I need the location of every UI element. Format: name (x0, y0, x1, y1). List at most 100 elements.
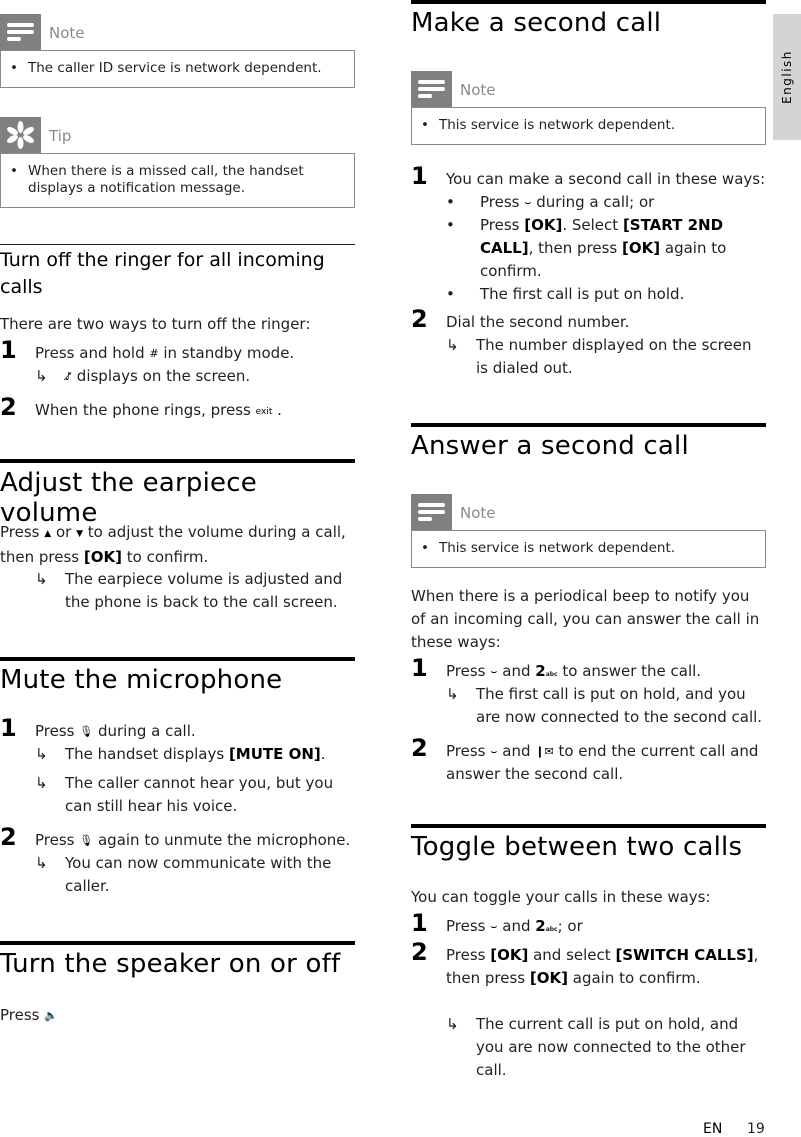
result-text: The earpiece volume is adjusted and the … (65, 570, 343, 611)
second-call-result: ↳ The number displayed on the screen is … (446, 334, 766, 380)
text: and (497, 662, 536, 680)
second-call-step-2: 2 Dial the second number. (411, 305, 766, 334)
note-title: Note (49, 24, 85, 42)
ok-label: [OK] (524, 216, 563, 234)
bullet: • (446, 193, 455, 211)
mute-mic-icon: 🎙 (79, 725, 94, 738)
note-icon (0, 14, 41, 50)
text: Press (446, 946, 491, 964)
mute-step-1: 1 Press 🎙 during a call. (0, 714, 355, 743)
abc-subscript: abc (545, 671, 558, 678)
tip-text: When there is a missed call, the handset… (28, 163, 304, 196)
text: , then press (528, 239, 623, 257)
result-arrow-icon: ↳ (446, 685, 459, 703)
page-number: 19 (747, 1121, 765, 1137)
second-call-bullet-2: • Press [OK]. Select [START 2ND CALL], t… (446, 214, 766, 283)
step-text: Dial the second number. (446, 313, 630, 331)
bullet: • (446, 285, 455, 303)
note-icon (411, 494, 452, 530)
text: and (497, 742, 536, 760)
volume-instructions: Press ▲ or ▼ to adjust the volume during… (0, 521, 355, 569)
key-2-abc-icon: 2 (535, 917, 546, 935)
text: Press (446, 662, 491, 680)
ringer-step-1-result: ↳ ♪̸ displays on the screen. (35, 365, 355, 388)
note-text: This service is network dependent. (439, 540, 676, 556)
toggle-intro: You can toggle your calls in these ways: (411, 888, 711, 906)
section-divider (411, 824, 766, 828)
section-divider (0, 459, 355, 463)
recall-flash-icon: ⌣ (524, 196, 532, 209)
step-number: 2 (411, 305, 428, 333)
ok-label: [OK] (490, 946, 529, 964)
text: Press (446, 917, 491, 935)
result-arrow-icon: ↳ (35, 854, 48, 872)
tip-title: Tip (49, 127, 72, 145)
bullet: • (446, 216, 455, 234)
step-text: during a call. (93, 722, 196, 740)
note-icon (411, 71, 452, 107)
bullet: • (10, 60, 18, 76)
bullet: • (421, 117, 429, 133)
abc-subscript: abc (545, 926, 558, 933)
text: . Select (562, 216, 623, 234)
text: Press (0, 523, 45, 541)
step-text: Press (35, 722, 80, 740)
heading-mute-microphone: Mute the microphone (0, 665, 283, 695)
volume-down-icon: ▼ (76, 529, 83, 539)
note-title: Note (460, 81, 496, 99)
answer-result-1: ↳ The first call is put on hold, and you… (446, 683, 766, 729)
note-box-answer: Note • This service is network dependent… (411, 494, 766, 568)
mute-on-label: [MUTE ON] (228, 745, 321, 763)
tip-body: • When there is a missed call, the hands… (0, 153, 355, 208)
toggle-step-1: 1 Press ⌣ and 2abc; or (411, 909, 766, 941)
text: ; or (557, 917, 583, 935)
result-arrow-icon: ↳ (35, 367, 48, 385)
key-2-abc-icon: 2 (535, 662, 546, 680)
result-arrow-icon: ↳ (35, 774, 48, 792)
ok-label: [OK] (83, 548, 122, 566)
section-divider (0, 941, 355, 945)
ok-label: [OK] (529, 969, 568, 987)
text: to answer the call. (557, 662, 702, 680)
text: and (497, 917, 536, 935)
text: Press (480, 193, 525, 211)
heading-make-second-call: Make a second call (411, 8, 662, 38)
text: during a call; or (531, 193, 655, 211)
step-number: 1 (0, 714, 17, 742)
result-text: displays on the screen. (72, 367, 251, 385)
language-side-tab: English (773, 14, 801, 140)
ringer-intro: There are two ways to turn off the ringe… (0, 315, 311, 333)
section-divider (0, 657, 355, 661)
note-body: • This service is network dependent. (411, 107, 766, 145)
volume-result: ↳ The earpiece volume is adjusted and th… (35, 568, 355, 614)
result-text: The handset displays (65, 745, 229, 763)
tip-asterisk-icon (0, 117, 41, 153)
mute-result-1b: ↳ The caller cannot hear you, but you ca… (35, 772, 355, 818)
heading-speaker: Turn the speaker on or off (0, 949, 341, 979)
mute-step-2: 2 Press 🎙 again to unmute the microphone… (0, 825, 355, 852)
result-arrow-icon: ↳ (446, 1015, 459, 1033)
result-text: You can now communicate with the caller. (65, 854, 332, 895)
mute-result-1a: ↳ The handset displays [MUTE ON]. (35, 743, 355, 766)
recall-flash-icon: ⌣ (490, 745, 498, 758)
hash-key-icon: # (149, 347, 159, 360)
note-text: The caller ID service is network depende… (28, 60, 322, 76)
step-number: 1 (411, 909, 428, 937)
result-text: The caller cannot hear you, but you can … (65, 774, 334, 815)
ringer-step-1: 1 Press and hold # in standby mode. (0, 338, 355, 365)
note-text: This service is network dependent. (439, 117, 676, 133)
note-body: • This service is network dependent. (411, 530, 766, 568)
answer-step-2: 2 Press ⌣ and ❙✉ to end the current call… (411, 736, 766, 786)
recall-flash-icon: ⌣ (490, 920, 498, 933)
text: again to confirm. (567, 969, 701, 987)
step-number: 1 (411, 654, 428, 682)
ringer-off-icon: ♪̸ (65, 370, 73, 383)
text: or (51, 523, 77, 541)
mute-result-2: ↳ You can now communicate with the calle… (35, 852, 355, 898)
note-title: Note (460, 504, 496, 522)
ringer-step-2: 2 When the phone rings, press exit . (0, 395, 355, 424)
bullet: • (421, 540, 429, 556)
result-text: The current call is put on hold, and you… (476, 1015, 746, 1079)
step-text: Press and hold (35, 344, 150, 362)
section-divider (0, 244, 355, 245)
